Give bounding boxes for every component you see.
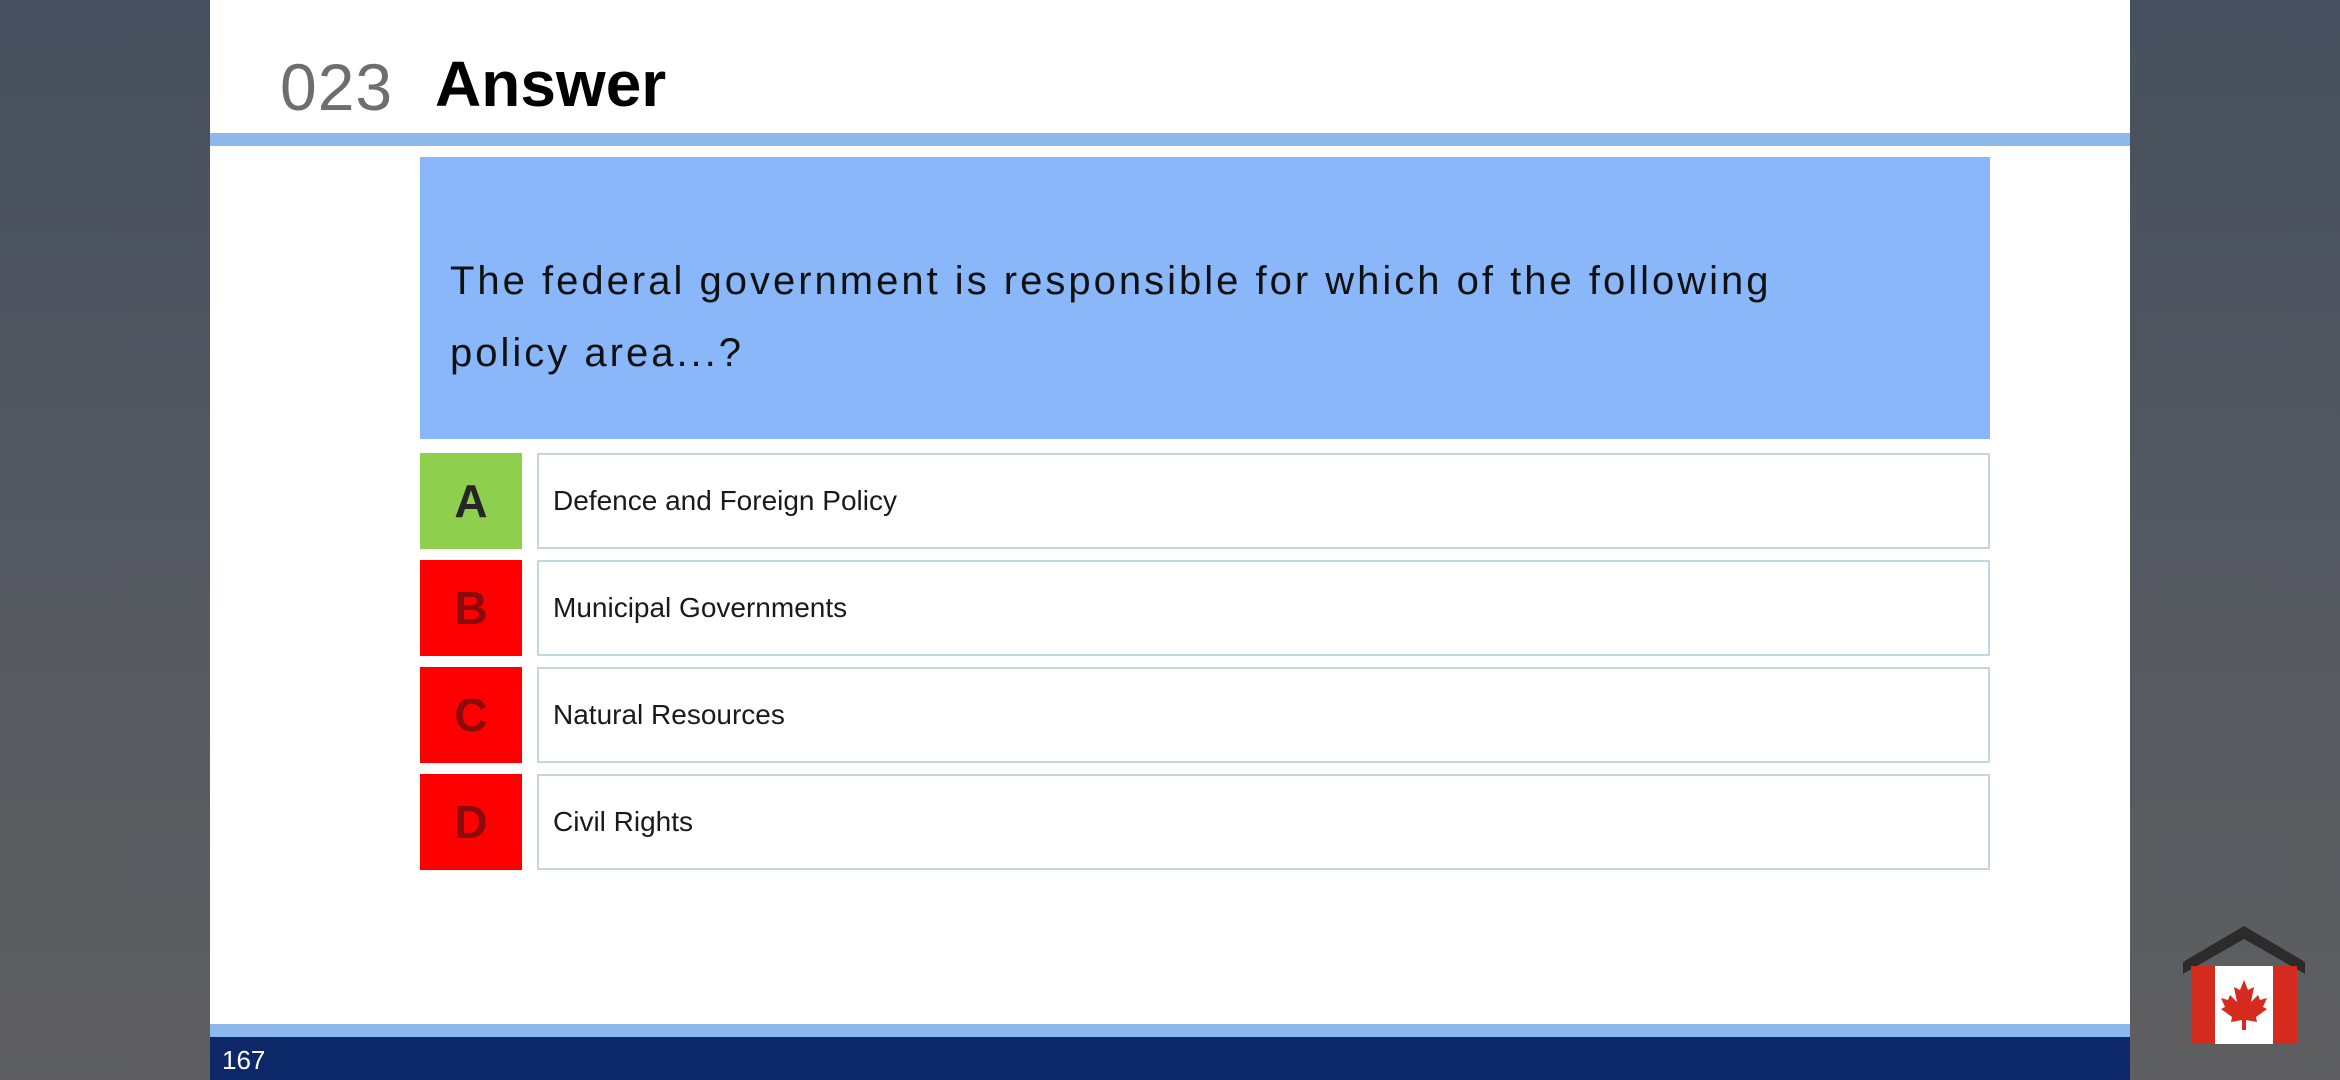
footer-divider [210, 1024, 2130, 1037]
option-box-a[interactable]: Defence and Foreign Policy [537, 453, 1990, 549]
answer-option-b[interactable]: B Municipal Governments [420, 560, 1990, 656]
answer-option-d[interactable]: D Civil Rights [420, 774, 1990, 870]
slide-title: Answer [435, 48, 667, 120]
option-letter-a: A [420, 453, 522, 549]
option-box-d[interactable]: Civil Rights [537, 774, 1990, 870]
option-letter-d: D [420, 774, 522, 870]
option-letter-c: C [420, 667, 522, 763]
canada-flag-house-icon [2183, 922, 2305, 1048]
option-text-c: Natural Resources [553, 699, 785, 730]
header-divider [210, 133, 2130, 146]
question-text: The federal government is responsible fo… [450, 259, 1772, 375]
quiz-slide: 023 Answer The federal government is res… [210, 0, 2130, 1080]
question-box: The federal government is responsible fo… [420, 157, 1990, 439]
page-number: 167 [222, 1045, 266, 1075]
footer-bar: 167 [210, 1037, 2130, 1080]
option-box-b[interactable]: Municipal Governments [537, 560, 1990, 656]
question-number: 023 [280, 50, 394, 124]
option-letter-b: B [420, 560, 522, 656]
option-text-a: Defence and Foreign Policy [553, 485, 897, 516]
option-text-d: Civil Rights [553, 806, 694, 837]
option-text-b: Municipal Governments [553, 592, 848, 623]
answer-option-c[interactable]: C Natural Resources [420, 667, 1990, 763]
option-box-c[interactable]: Natural Resources [537, 667, 1990, 763]
answer-option-a[interactable]: A Defence and Foreign Policy [420, 453, 1990, 549]
